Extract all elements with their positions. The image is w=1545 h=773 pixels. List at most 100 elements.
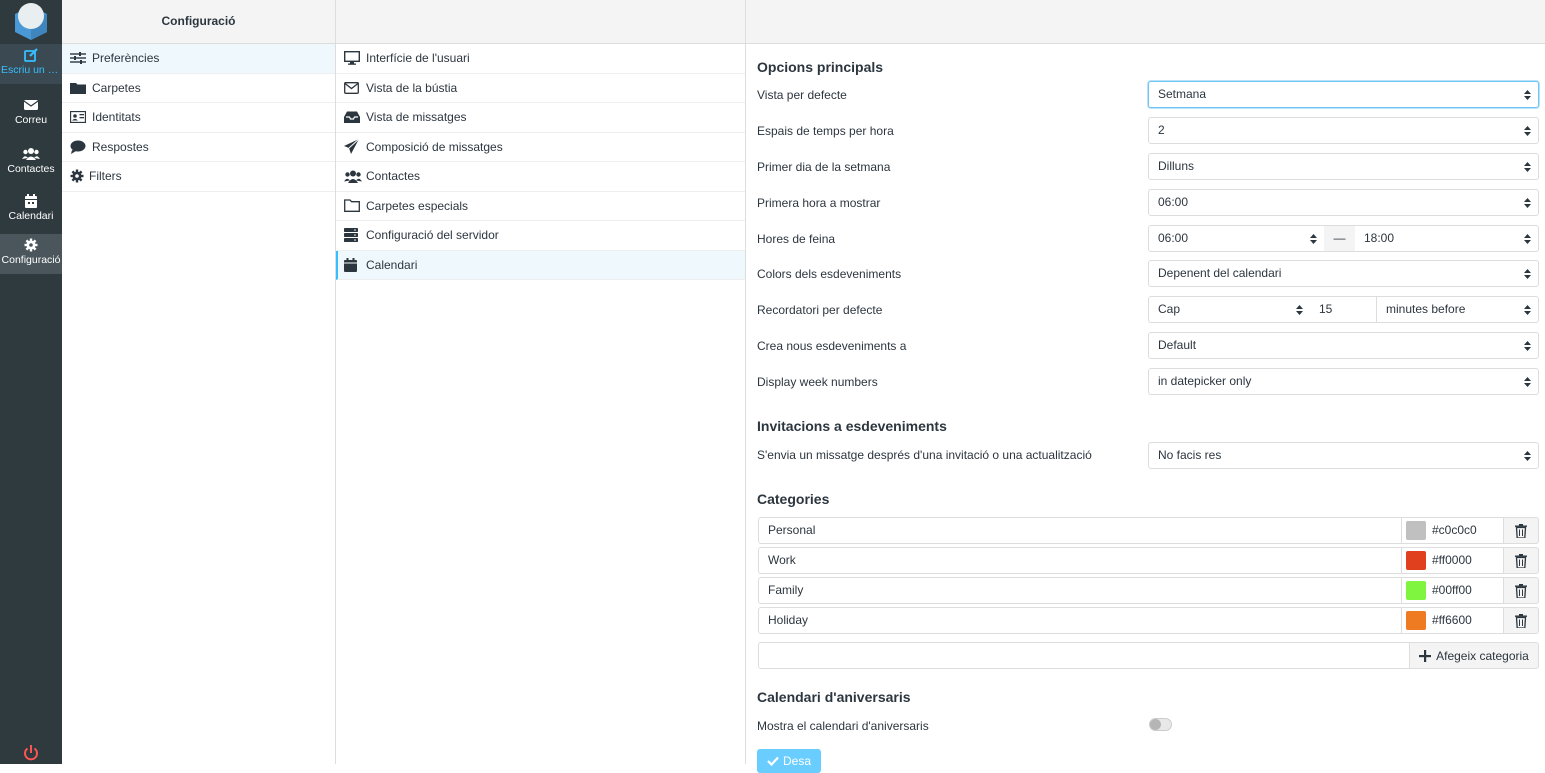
compose-button[interactable]: Escriu un m... [0,44,62,84]
invitation-send-select[interactable]: No facis res [1148,442,1539,469]
category-row: Personal #c0c0c0 [758,517,1539,544]
gear-icon [70,168,89,184]
time-slots-value: 2 [1158,123,1165,137]
plus-icon [1419,649,1432,662]
delete-category-button[interactable] [1504,547,1539,574]
add-category-button[interactable]: Afegeix categoria [1410,642,1539,669]
section-special-folders[interactable]: Carpetes especials [336,192,745,221]
trash-icon [1515,613,1527,628]
section-heading-birthdays: Calendari d'aniversaris [757,689,911,705]
event-colors-label: Colors dels esdeveniments [757,267,902,281]
trash-icon [1515,553,1527,568]
settings-tab-responses[interactable]: Respostes [62,133,335,162]
settings-tab-label: Filters [89,169,122,184]
section-message-view[interactable]: Vista de missatges [336,103,745,133]
section-mailbox-view[interactable]: Vista de la bústia [336,74,745,103]
calendar-icon [344,257,366,273]
alarm-unit-select[interactable]: minutes before [1376,296,1539,323]
color-swatch[interactable] [1406,521,1426,540]
alarm-type-value: Cap [1158,302,1181,316]
mail-button[interactable]: Correu [0,94,62,134]
section-contacts[interactable]: Contactes [336,162,745,192]
contacts-icon [22,148,40,160]
category-color-input[interactable]: #c0c0c0 [1402,517,1504,544]
section-heading-categories: Categories [757,491,830,507]
logout-icon[interactable] [23,744,39,762]
calendar-icon [25,194,37,208]
color-swatch[interactable] [1406,581,1426,600]
delete-category-button[interactable] [1504,577,1539,604]
id-card-icon [70,109,92,125]
settings-button[interactable]: Configuració [0,234,62,274]
first-day-value: Dilluns [1158,159,1195,173]
first-hour-select[interactable]: 06:00 [1148,189,1539,216]
work-end-select[interactable]: 18:00 [1355,225,1539,252]
category-name-input[interactable]: Family [758,577,1402,604]
default-alarm-label: Recordatori per defecte [757,303,883,317]
week-numbers-value: in datepicker only [1158,374,1252,388]
roundcube-logo[interactable] [9,0,53,44]
settings-title: Configuració [62,0,335,44]
section-label: Vista de la bústia [366,80,458,95]
show-birthdays-toggle[interactable] [1149,718,1172,731]
contacts-label: Contactes [7,163,55,175]
category-color-value: #ff0000 [1432,553,1472,567]
trash-icon [1515,583,1527,598]
alarm-type-select[interactable]: Cap [1148,296,1311,323]
week-numbers-label: Display week numbers [757,375,878,389]
work-start-select[interactable]: 06:00 [1148,225,1325,252]
color-swatch[interactable] [1406,611,1426,630]
first-hour-value: 06:00 [1158,195,1189,209]
category-row: Family #00ff00 [758,577,1539,604]
time-slots-select[interactable]: 2 [1148,117,1539,144]
event-colors-select[interactable]: Depenent del calendari [1148,260,1539,287]
contacts-button[interactable]: Contactes [0,143,62,183]
category-name-input[interactable]: Holiday [758,607,1402,634]
default-view-select[interactable]: Setmana [1148,81,1539,108]
calendar-button[interactable]: Calendari [0,190,62,230]
alarm-unit-value: minutes before [1386,302,1466,316]
compose-icon [24,48,38,62]
settings-tab-identities[interactable]: Identitats [62,103,335,133]
category-name-input[interactable]: Work [758,547,1402,574]
delete-category-button[interactable] [1504,607,1539,634]
server-icon [344,227,366,243]
alarm-offset-input[interactable]: 15 [1310,296,1377,323]
category-name-input[interactable]: Personal [758,517,1402,544]
settings-tab-label: Preferències [92,51,160,66]
select-arrow-icon [1524,126,1531,136]
category-color-value: #00ff00 [1432,583,1472,597]
select-arrow-icon [1310,234,1317,244]
new-category-input[interactable] [758,642,1410,669]
section-label: Contactes [366,169,421,184]
first-day-select[interactable]: Dilluns [1148,153,1539,180]
delete-category-button[interactable] [1504,517,1539,544]
settings-tab-label: Carpetes [92,80,141,95]
work-end-value: 18:00 [1364,231,1395,245]
select-arrow-icon [1524,198,1531,208]
section-label: Vista de missatges [366,110,467,125]
section-server-settings[interactable]: Configuració del servidor [336,221,745,251]
color-swatch[interactable] [1406,551,1426,570]
invitation-send-value: No facis res [1158,448,1222,462]
select-arrow-icon [1296,305,1303,315]
save-button[interactable]: Desa [757,749,821,773]
category-color-input[interactable]: #ff0000 [1402,547,1504,574]
event-colors-value: Depenent del calendari [1158,266,1282,280]
select-arrow-icon [1524,90,1531,100]
settings-tab-filters[interactable]: Filters [62,162,335,192]
category-color-input[interactable]: #ff6600 [1402,607,1504,634]
category-row: Holiday #ff6600 [758,607,1539,634]
envelope-icon [344,80,366,96]
week-numbers-select[interactable]: in datepicker only [1148,368,1539,395]
settings-tab-folders[interactable]: Carpetes [62,74,335,103]
gear-icon [24,238,38,252]
section-composing[interactable]: Composició de missatges [336,133,745,162]
mail-label: Correu [14,114,48,126]
category-color-input[interactable]: #00ff00 [1402,577,1504,604]
sections-list: Interfície de l'usuari Vista de la bústi… [336,0,746,764]
settings-tab-preferences[interactable]: Preferències [62,44,335,74]
section-calendar[interactable]: Calendari [336,250,745,280]
new-events-select[interactable]: Default [1148,332,1539,359]
section-user-interface[interactable]: Interfície de l'usuari [336,44,745,74]
